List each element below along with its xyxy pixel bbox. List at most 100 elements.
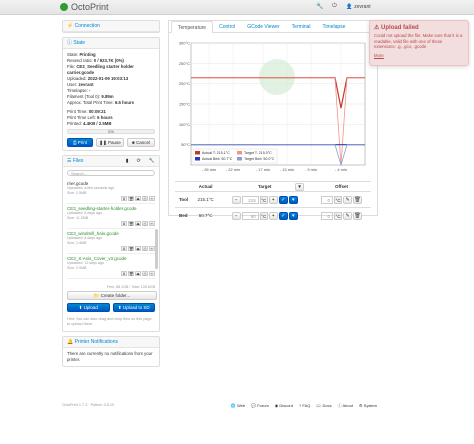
footer-link-faq[interactable]: ? FAQ (299, 403, 310, 409)
print-button[interactable]: ⎙ Print (67, 138, 93, 147)
file-item[interactable]: CE3_seedling-starter-holder.gcode Upload… (67, 204, 155, 229)
temperature-chart: 300°C 250°C 200°C 150°C 100°C 50°C - 26 min - 2… (179, 41, 366, 172)
notifications-header[interactable]: 🔔 Printer Notifications (63, 337, 159, 348)
row-target: − 50 °C + ✓ ▾ (217, 207, 313, 224)
connection-header[interactable]: ⚡ Connection (63, 21, 159, 32)
create-folder-button[interactable]: 📁 Create folder... (67, 291, 157, 300)
footer-link-forum[interactable]: 💬 Forum (251, 403, 269, 409)
increase-button[interactable]: + (268, 211, 278, 220)
y-tick-label: 200°C (179, 81, 190, 86)
row-offset: 0 °C ✎ 🗑 (312, 207, 371, 224)
target-menu-button[interactable]: ▾ (288, 211, 298, 220)
legend-label: Actual Bed: 50.7°C (202, 157, 233, 161)
download-icon[interactable]: ⬇ (121, 246, 127, 251)
load-icon[interactable]: ⏏ (135, 271, 141, 276)
upload-failed-alert: ⚠ Upload failed Could not upload the fil… (369, 20, 469, 66)
slice-icon[interactable]: ✂ (149, 271, 155, 276)
load-icon[interactable]: ⏏ (135, 196, 141, 201)
increase-button[interactable]: + (268, 195, 278, 204)
temperature-table: Actual Target ▾ Offset Tool 215.1°C − 21… (175, 181, 371, 224)
print-icon[interactable]: ⎙ (142, 196, 148, 201)
target-input[interactable]: 215 (241, 195, 259, 204)
print-icon[interactable]: ⎙ (142, 246, 148, 251)
tab-timelapse[interactable]: Timelapse (317, 21, 352, 32)
brand[interactable]: OctoPrint (60, 2, 109, 12)
navbar: OctoPrint 🔧 ⏻ 👤 zevrant (0, 0, 474, 15)
alert-more-link[interactable]: More (374, 53, 464, 58)
delete-icon[interactable]: 🗑 (128, 196, 134, 201)
files-title-link[interactable]: ☰ Files (67, 158, 83, 164)
sidebar: ⚡ Connection ⓘ State State: Printing Res… (62, 20, 160, 371)
file-list-scrollbar[interactable] (155, 229, 158, 269)
user-menu[interactable]: 👤 zevrant (346, 4, 371, 10)
download-icon[interactable]: ⬇ (121, 271, 127, 276)
footer-link-system[interactable]: ⚙ System (359, 403, 377, 409)
download-icon[interactable]: ⬇ (121, 221, 127, 226)
offset-input[interactable]: 0 (321, 195, 334, 204)
col-name (175, 181, 194, 192)
octoprint-logo-icon (60, 3, 68, 11)
file-item[interactable]: CE3_windmill_halo.gcode Uploaded: 8 days… (67, 229, 155, 254)
brand-name: OctoPrint (71, 2, 109, 12)
footer-link-about[interactable]: ⓘ About (338, 403, 353, 409)
download-icon[interactable]: ⬇ (121, 196, 127, 201)
offset-input[interactable]: 0 (321, 211, 334, 220)
bell-icon: 🔔 (67, 339, 75, 345)
print-icon[interactable]: ⎙ (142, 271, 148, 276)
check-icon: ✓ (281, 196, 286, 203)
target-menu-button[interactable]: ▾ (288, 195, 298, 204)
row-actual: 50.7°C (193, 207, 218, 224)
upload-button[interactable]: ⬆ Upload (67, 303, 110, 312)
file-actions: ⬇ 🗑 ⏏ ⎙ ✂ (67, 196, 155, 201)
delete-icon[interactable]: 🗑 (128, 221, 134, 226)
file-item[interactable]: CE3_X-Axis_Cover_v3.gcode Uploaded: 13 d… (67, 254, 155, 279)
files-search-input[interactable]: Search... (67, 170, 155, 176)
connection-title: Connection (74, 23, 100, 29)
file-size: Size: 2.5MB (67, 190, 87, 195)
tab-control[interactable]: Control (213, 21, 241, 32)
delete-offset-icon[interactable]: 🗑 (353, 195, 363, 204)
slice-icon[interactable]: ✂ (149, 196, 155, 201)
edit-offset-icon[interactable]: ✎ (343, 195, 353, 204)
y-tick-label: 250°C (179, 61, 190, 66)
folder-icon: 📁 (93, 293, 101, 298)
drag-drop-hint: Hint: You can also drag and drop files o… (67, 317, 152, 326)
edit-offset-icon[interactable]: ✎ (343, 211, 353, 220)
comments-icon: 💬 (251, 403, 257, 408)
power-icon[interactable]: ⏻ (332, 3, 337, 10)
target-presets-dropdown[interactable]: ▾ (295, 183, 305, 191)
footer-link-docs[interactable]: 📖 Docs (316, 403, 331, 409)
tab-terminal[interactable]: Terminal (286, 21, 317, 32)
check-icon: ✓ (281, 212, 286, 219)
x-tick-label: - 13 min (280, 167, 294, 172)
load-icon[interactable]: ⏏ (135, 221, 141, 226)
slice-icon[interactable]: ✂ (149, 221, 155, 226)
delete-icon[interactable]: 🗑 (128, 271, 134, 276)
state-line: Printed: 4.4KB / 2.5MB (67, 121, 112, 126)
footer-link-web[interactable]: 🌐 Web (231, 403, 245, 409)
print-icon[interactable]: ⎙ (142, 221, 148, 226)
pause-button[interactable]: ❚❚ Pause (96, 138, 124, 147)
upload-sd-button[interactable]: ⬆ Upload to SD (112, 303, 155, 312)
file-item[interactable]: rrier.gcode Uploaded: a few seconds ago … (67, 179, 155, 204)
tab-bar: Temperature Control GCode Viewer Termina… (169, 21, 377, 33)
decrease-button[interactable]: − (231, 211, 241, 220)
delete-icon[interactable]: 🗑 (128, 246, 134, 251)
decrease-button[interactable]: − (231, 195, 241, 204)
load-icon[interactable]: ⏏ (135, 246, 141, 251)
file-actions: ⬇ 🗑 ⏏ ⎙ ✂ (67, 221, 155, 226)
set-target-button[interactable]: ✓ (278, 211, 288, 220)
refresh-icon[interactable]: ⟳ (137, 158, 141, 164)
set-target-button[interactable]: ✓ (278, 195, 288, 204)
delete-offset-icon[interactable]: 🗑 (353, 211, 363, 220)
sd-card-icon[interactable]: ▮ (126, 158, 129, 164)
target-input[interactable]: 50 (241, 211, 259, 220)
state-header[interactable]: ⓘ State (63, 38, 159, 49)
tab-temperature[interactable]: Temperature (171, 21, 214, 33)
wrench-icon[interactable]: 🔧 (316, 3, 323, 10)
x-tick-label: - 22 min (226, 167, 240, 172)
footer-link-discord[interactable]: ◉ Discord (275, 403, 293, 409)
wrench-icon[interactable]: 🔧 (149, 158, 155, 164)
tab-gcode-viewer[interactable]: GCode Viewer (241, 21, 285, 32)
cancel-button[interactable]: ■ Cancel (127, 138, 155, 147)
